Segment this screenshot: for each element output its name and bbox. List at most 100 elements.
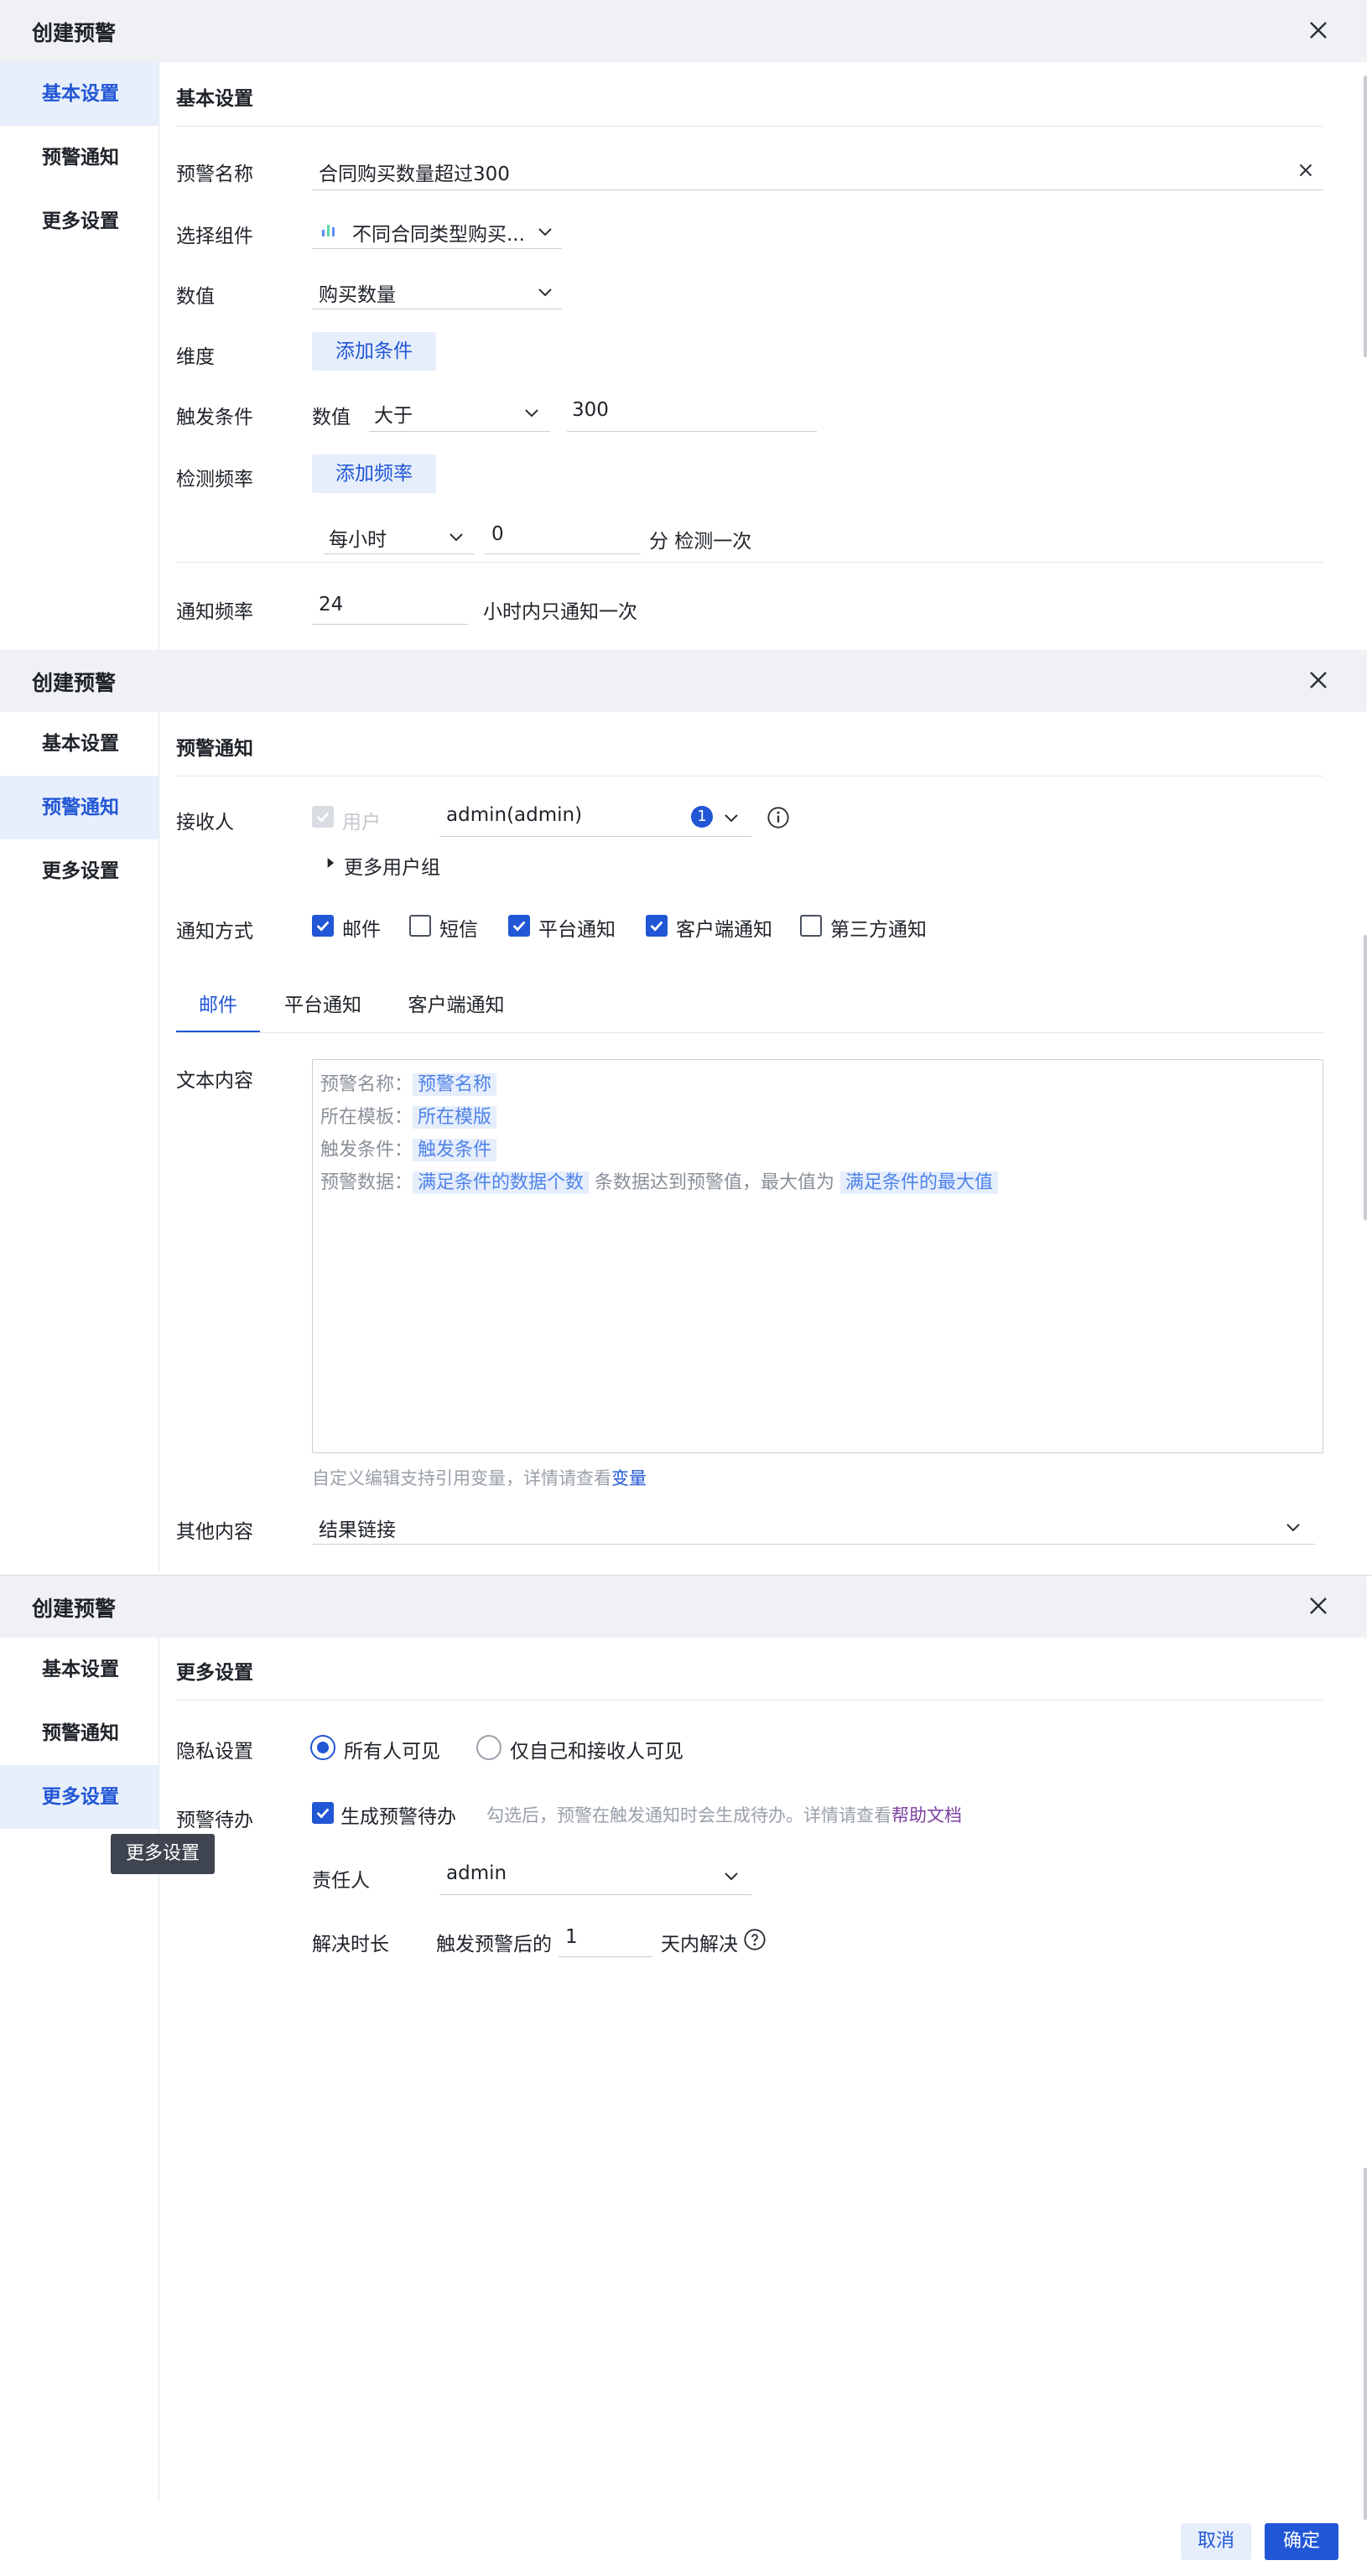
notify-method-checkbox[interactable] xyxy=(800,915,822,937)
chevron-down-icon[interactable] xyxy=(721,808,741,828)
add-condition-button[interactable]: 添加条件 xyxy=(312,332,436,371)
chevron-down-icon[interactable] xyxy=(1283,1517,1303,1537)
chevron-down-icon[interactable] xyxy=(535,282,555,302)
sidebar-item-more[interactable]: 更多设置 xyxy=(0,190,159,253)
user-checkbox-label: 用户 xyxy=(342,812,381,834)
check-icon xyxy=(316,921,330,932)
variable-tag[interactable]: 满足条件的最大值 xyxy=(840,1171,999,1194)
line-key: 所在模板： xyxy=(320,1107,413,1128)
dimension-label: 维度 xyxy=(176,346,215,368)
close-icon[interactable] xyxy=(1303,665,1333,695)
notify-frequency-input[interactable]: 24 xyxy=(319,594,343,615)
privacy-self-radio[interactable] xyxy=(476,1735,502,1760)
variable-tag[interactable]: 触发条件 xyxy=(413,1139,497,1161)
tabs-divider xyxy=(176,1032,1323,1033)
chevron-down-icon[interactable] xyxy=(446,527,466,547)
dialog-title: 创建预警 xyxy=(32,21,117,45)
privacy-all-radio[interactable] xyxy=(310,1735,335,1760)
tooltip: 更多设置 xyxy=(111,1834,215,1874)
sidebar-item-notify[interactable]: 预警通知 xyxy=(0,126,159,190)
scrollbar[interactable] xyxy=(1364,75,1367,357)
notify-method-label: 平台通知 xyxy=(538,919,616,941)
divider xyxy=(176,126,1323,127)
bar-chart-icon xyxy=(322,225,335,236)
sidebar-item-notify[interactable]: 预警通知 xyxy=(0,1701,159,1765)
check-icon xyxy=(512,921,526,932)
chevron-down-icon[interactable] xyxy=(721,1866,741,1886)
dialog-notify-settings: 创建预警 基本设置 预警通知 更多设置 预警通知 接收人 用户 admin(ad… xyxy=(0,650,1372,1572)
editor-line-2: 所在模板： 所在模版 xyxy=(320,1102,497,1129)
tab-platform[interactable]: 平台通知 xyxy=(277,989,369,1031)
sidebar: 基本设置 预警通知 更多设置 xyxy=(0,1638,159,2501)
resolve-label: 解决时长 xyxy=(312,1934,389,1955)
tab-client[interactable]: 客户端通知 xyxy=(398,989,515,1031)
value-select[interactable]: 购买数量 xyxy=(319,278,396,307)
confirm-button[interactable]: 确定 xyxy=(1265,2523,1338,2560)
section-title: 基本设置 xyxy=(176,88,253,110)
method-label: 通知方式 xyxy=(176,921,253,943)
sidebar-item-more[interactable]: 更多设置 xyxy=(0,1765,159,1829)
line-key: 预警名称： xyxy=(320,1074,413,1095)
line-text: 条数据达到预警值，最大值为 xyxy=(595,1172,835,1193)
info-icon[interactable] xyxy=(767,806,790,829)
variable-tag[interactable]: 所在模版 xyxy=(413,1106,497,1129)
trigger-operator-select[interactable]: 大于 xyxy=(374,399,413,428)
sidebar-item-basic[interactable]: 基本设置 xyxy=(0,62,159,126)
tab-label: 平台通知 xyxy=(284,995,361,1016)
trigger-prefix: 数值 xyxy=(312,407,351,428)
other-content-select[interactable]: 结果链接 xyxy=(319,1514,396,1542)
alert-name-input[interactable]: 合同购买数量超过300 xyxy=(319,158,510,186)
component-select[interactable]: 不同合同类型购买... xyxy=(352,218,525,247)
receiver-select[interactable]: admin(admin) xyxy=(446,804,582,826)
resolve-suffix: 天内解决 xyxy=(661,1934,738,1955)
help-doc-link[interactable]: 帮助文档 xyxy=(891,1805,962,1826)
sidebar-item-basic[interactable]: 基本设置 xyxy=(0,1638,159,1701)
resolve-days-input[interactable]: 1 xyxy=(565,1926,578,1948)
clear-icon[interactable] xyxy=(1295,159,1317,181)
tab-label: 邮件 xyxy=(199,995,237,1016)
help-icon[interactable] xyxy=(743,1928,767,1951)
editor-line-4: 预警数据： 满足条件的数据个数 条数据达到预警值，最大值为 满足条件的最大值 xyxy=(320,1167,999,1194)
frequency-minute-input[interactable]: 0 xyxy=(491,523,504,545)
resolve-prefix: 触发预警后的 xyxy=(436,1934,552,1955)
receiver-label: 接收人 xyxy=(176,812,234,834)
variable-link[interactable]: 变量 xyxy=(611,1468,647,1488)
owner-label: 责任人 xyxy=(312,1870,370,1892)
owner-select[interactable]: admin xyxy=(446,1862,507,1884)
trigger-value-input[interactable]: 300 xyxy=(572,399,609,421)
section-title: 更多设置 xyxy=(176,1662,253,1684)
notify-frequency-suffix: 小时内只通知一次 xyxy=(483,601,637,623)
variable-tag[interactable]: 满足条件的数据个数 xyxy=(413,1171,590,1194)
caret-right-icon[interactable] xyxy=(322,854,339,871)
scrollbar[interactable] xyxy=(1364,935,1367,1220)
variable-tag[interactable]: 预警名称 xyxy=(413,1073,497,1096)
add-frequency-button[interactable]: 添加频率 xyxy=(312,454,436,493)
sidebar-item-more[interactable]: 更多设置 xyxy=(0,839,159,903)
dialog-title: 创建预警 xyxy=(32,1597,117,1621)
close-icon[interactable] xyxy=(1303,1591,1333,1621)
chevron-down-icon[interactable] xyxy=(522,402,542,423)
resolve-underline xyxy=(559,1956,652,1957)
chevron-down-icon[interactable] xyxy=(535,221,555,242)
receiver-underline xyxy=(439,836,751,837)
frequency-unit-select[interactable]: 每小时 xyxy=(329,523,387,552)
sidebar-item-basic[interactable]: 基本设置 xyxy=(0,712,159,776)
dialog-header: 创建预警 xyxy=(0,0,1367,62)
divider xyxy=(176,562,1323,563)
owner-underline xyxy=(439,1894,751,1895)
scrollbar[interactable] xyxy=(1364,2168,1367,2520)
cancel-button[interactable]: 取消 xyxy=(1181,2523,1251,2560)
close-icon[interactable] xyxy=(1303,15,1333,45)
sidebar-item-notify[interactable]: 预警通知 xyxy=(0,776,159,839)
privacy-label: 隐私设置 xyxy=(176,1741,253,1763)
todo-label: 预警待办 xyxy=(176,1810,253,1831)
notify-method-label: 客户端通知 xyxy=(676,919,772,941)
notify-method-checkbox[interactable] xyxy=(409,915,431,937)
tab-mail[interactable]: 邮件 xyxy=(176,989,260,1031)
notify-method-label: 第三方通知 xyxy=(830,919,927,941)
frequency-unit-underline xyxy=(324,553,475,554)
dialog-more-settings: 创建预警 基本设置 预警通知 更多设置 更多设置 更多设置 隐私设置 所有人可见… xyxy=(0,1575,1372,2576)
check-icon xyxy=(316,1808,330,1819)
value-label: 数值 xyxy=(176,286,215,308)
more-user-groups-toggle[interactable]: 更多用户组 xyxy=(344,851,440,880)
